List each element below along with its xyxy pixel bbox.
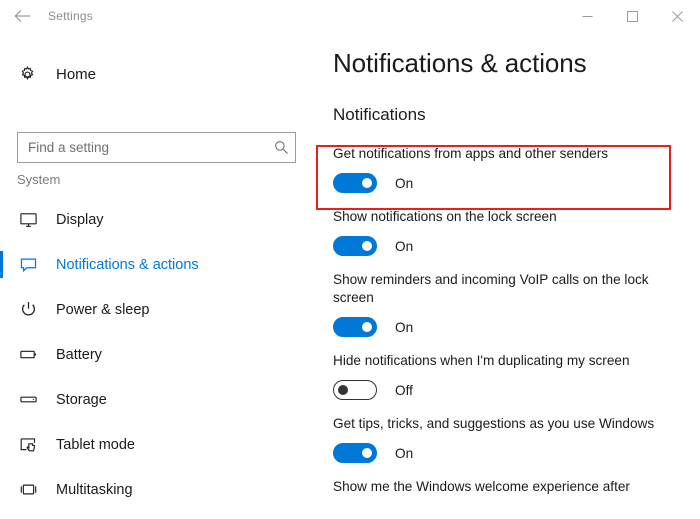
close-button[interactable] — [655, 0, 700, 32]
setting-get-tips-tricks: Get tips, tricks, and suggestions as you… — [316, 415, 700, 464]
selection-accent-bar — [0, 386, 3, 413]
toggle-knob — [362, 448, 372, 458]
toggle-row[interactable]: On — [333, 235, 683, 257]
toggle-knob — [362, 178, 372, 188]
setting-hide-notifications-duplicating: Hide notifications when I'm duplicating … — [316, 352, 700, 401]
toggle-state-label: Off — [395, 382, 413, 398]
sidebar-group-label: System — [17, 172, 61, 187]
sidebar-item-power-and-sleep[interactable]: Power & sleep — [0, 287, 316, 332]
selection-accent-bar — [0, 206, 3, 233]
sidebar-item-label: Power & sleep — [56, 301, 150, 318]
multitasking-icon — [17, 479, 39, 501]
sidebar-item-multitasking[interactable]: Multitasking — [0, 467, 316, 512]
tablet-hand-icon — [17, 434, 39, 456]
window-controls — [565, 0, 700, 32]
sidebar-item-storage[interactable]: Storage — [0, 377, 316, 422]
sidebar-item-battery[interactable]: Battery — [0, 332, 316, 377]
toggle-row[interactable]: On — [333, 172, 683, 194]
setting-show-notifications-lock-screen: Show notifications on the lock screen On — [316, 208, 700, 257]
setting-show-windows-welcome-experience: Show me the Windows welcome experience a… — [316, 478, 700, 496]
sidebar-item-label: Display — [56, 211, 104, 228]
toggle-knob — [362, 241, 372, 251]
sidebar-item-label: Storage — [56, 391, 107, 408]
toggle-knob — [338, 385, 348, 395]
setting-label: Get tips, tricks, and suggestions as you… — [333, 416, 655, 431]
sidebar-nav-list: Display Notifications & actions Power & … — [0, 197, 316, 512]
sidebar-item-display[interactable]: Display — [0, 197, 316, 242]
sidebar-item-notifications-and-actions[interactable]: Notifications & actions — [0, 242, 316, 287]
power-icon — [17, 299, 39, 321]
window-title: Settings — [48, 9, 93, 23]
toggle-state-label: On — [395, 238, 414, 254]
sidebar: Home System Display — [0, 32, 316, 519]
search-box[interactable] — [17, 132, 296, 163]
setting-show-reminders-voip: Show reminders and incoming VoIP calls o… — [316, 271, 700, 338]
battery-icon — [17, 344, 39, 366]
speech-bubble-icon — [17, 254, 39, 276]
sidebar-item-label: Notifications & actions — [56, 256, 199, 273]
sidebar-item-home[interactable]: Home — [0, 57, 300, 91]
main-content: Notifications & actions Notifications Ge… — [316, 32, 700, 519]
toggle-row[interactable]: On — [333, 442, 683, 464]
back-button[interactable] — [0, 0, 44, 32]
minimize-button[interactable] — [565, 0, 610, 32]
setting-get-notifications-from-apps: Get notifications from apps and other se… — [316, 145, 700, 194]
sidebar-item-label: Tablet mode — [56, 436, 135, 453]
setting-label: Show me the Windows welcome experience a… — [333, 479, 630, 494]
toggle-state-label: On — [395, 319, 414, 335]
toggle-switch[interactable] — [333, 380, 377, 400]
sidebar-item-label: Battery — [56, 346, 102, 363]
selection-accent-bar — [0, 251, 3, 278]
selection-accent-bar — [0, 296, 3, 323]
selection-accent-bar — [0, 341, 3, 368]
toggle-row[interactable]: On — [333, 316, 683, 338]
storage-icon — [17, 389, 39, 411]
monitor-icon — [17, 209, 39, 231]
search-input[interactable] — [18, 133, 267, 162]
toggle-state-label: On — [395, 445, 414, 461]
toggle-switch[interactable] — [333, 317, 377, 337]
selection-accent-bar — [0, 431, 3, 458]
section-title: Notifications — [333, 105, 426, 124]
setting-label: Show notifications on the lock screen — [333, 209, 557, 224]
title-bar: Settings — [0, 0, 700, 32]
page-title: Notifications & actions — [333, 48, 587, 78]
search-icon[interactable] — [267, 133, 295, 162]
setting-label: Show reminders and incoming VoIP calls o… — [333, 272, 649, 305]
selection-accent-bar — [0, 476, 3, 503]
gear-icon — [17, 64, 37, 84]
toggle-switch[interactable] — [333, 173, 377, 193]
setting-label: Get notifications from apps and other se… — [333, 146, 609, 161]
toggle-row[interactable]: Off — [333, 379, 683, 401]
maximize-button[interactable] — [610, 0, 655, 32]
toggle-knob — [362, 322, 372, 332]
sidebar-item-label: Multitasking — [56, 481, 133, 498]
sidebar-item-tablet-mode[interactable]: Tablet mode — [0, 422, 316, 467]
settings-list: Get notifications from apps and other se… — [316, 145, 700, 510]
toggle-switch[interactable] — [333, 443, 377, 463]
toggle-state-label: On — [395, 175, 414, 191]
settings-window: Settings Home Find a setting System Disp… — [0, 0, 700, 519]
setting-label: Hide notifications when I'm duplicating … — [333, 353, 630, 368]
toggle-switch[interactable] — [333, 236, 377, 256]
sidebar-home-label: Home — [56, 65, 97, 83]
